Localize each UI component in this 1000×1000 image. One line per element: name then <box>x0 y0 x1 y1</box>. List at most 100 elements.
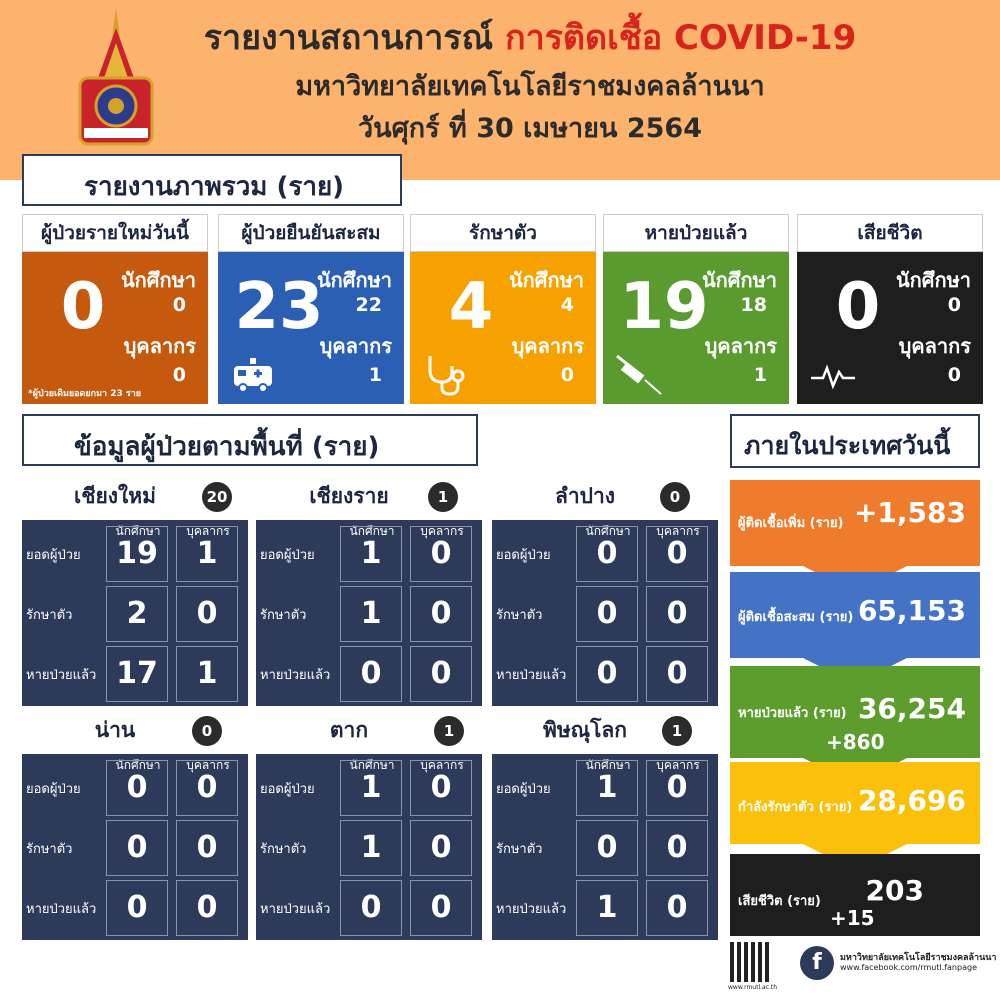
recovered-card: หายป่วยแล้ว 19 นักศึกษา 18 บุคลากร 1 <box>603 214 789 404</box>
region-total-badge: 0 <box>192 716 222 746</box>
region-card: ตาก 1 นักศึกษา บุคลากร ยอดผู้ป่วย 1 0 รักษาตัว 1… <box>256 714 482 940</box>
row-label: หายป่วยแล้ว <box>260 668 331 683</box>
row-label: หายป่วยแล้ว <box>26 668 97 683</box>
cumulative-card: ผู้ป่วยยืนยันสะสม 23 นักศึกษา 22 บุคลากร… <box>218 214 404 404</box>
staff-count: 0 <box>947 364 961 386</box>
student-label: นักศึกษา <box>896 268 971 292</box>
student-cell: 0 <box>576 646 638 702</box>
student-cell: 1 <box>340 526 402 582</box>
staff-cell: 0 <box>646 760 708 816</box>
student-count: 0 <box>947 294 961 316</box>
row-label: รักษาตัว <box>260 842 307 857</box>
student-cell: 1 <box>576 880 638 936</box>
qr-code[interactable] <box>730 942 770 982</box>
staff-label: บุคลากร <box>511 334 584 358</box>
cumulative-value: 65,153 <box>857 594 966 627</box>
region-total-badge: 1 <box>434 716 464 746</box>
footer-university: มหาวิทยาลัยเทคโนโลยีราชมงคลล้านนา <box>840 953 997 963</box>
national-cumulative: ผู้ติดเชื้อสะสม (ราย) 65,153 <box>730 572 980 658</box>
heartbeat-icon <box>811 364 855 390</box>
staff-label: บุคลากร <box>319 334 392 358</box>
staff-cell: 0 <box>646 880 708 936</box>
student-cell: 17 <box>106 646 168 702</box>
row-label: ยอดผู้ป่วย <box>496 548 551 563</box>
treating-card: รักษาตัว 4 นักศึกษา 4 บุคลากร 0 <box>410 214 596 404</box>
student-cell: 0 <box>576 526 638 582</box>
university-name: มหาวิทยาลัยเทคโนโลยีราชมงคลล้านนา <box>295 71 765 102</box>
student-label: นักศึกษา <box>702 268 777 292</box>
website-caption: www.rmutl.ac.th <box>728 984 778 991</box>
row-label: รักษาตัว <box>496 608 543 623</box>
student-count: 0 <box>172 294 186 316</box>
student-label: นักศึกษา <box>509 268 584 292</box>
staff-cell: 0 <box>410 820 472 876</box>
treating-value: 28,696 <box>857 784 966 817</box>
student-count: 4 <box>560 294 574 316</box>
student-cell: 1 <box>340 820 402 876</box>
staff-cell: 0 <box>646 586 708 642</box>
region-table: นักศึกษา บุคลากร ยอดผู้ป่วย 1 0 รักษาตัว 1 0 หาย… <box>256 754 482 940</box>
card-label: ผู้ป่วยรายใหม่วันนี้ <box>22 214 208 252</box>
region-total-badge: 0 <box>660 482 690 512</box>
recovered-value: 36,254 <box>857 692 966 725</box>
university-logo <box>78 8 154 146</box>
facebook-link[interactable]: www.facebook.com/rmutl.fanpage <box>840 963 977 972</box>
facebook-icon[interactable]: f <box>800 946 834 980</box>
deaths-card: เสียชีวิต 0 นักศึกษา 0 บุคลากร 0 <box>797 214 983 404</box>
staff-count: 1 <box>753 364 767 386</box>
row-label: หายป่วยแล้ว <box>260 902 331 917</box>
row-label: หายป่วยแล้ว <box>26 902 97 917</box>
row-label: รักษาตัว <box>26 842 73 857</box>
staff-cell: 0 <box>176 760 238 816</box>
staff-count: 0 <box>560 364 574 386</box>
staff-cell: 0 <box>410 760 472 816</box>
covid-title: การติดเชื้อ COVID-19 <box>504 18 857 58</box>
recovered-increase: +860 <box>826 730 885 754</box>
staff-cell: 0 <box>176 820 238 876</box>
deaths-value: 203 <box>865 874 924 907</box>
student-count: 22 <box>355 294 382 316</box>
region-table: นักศึกษา บุคลากร ยอดผู้ป่วย 19 1 รักษาตัว 2 0 หา… <box>22 520 248 706</box>
syringe-icon <box>616 354 662 395</box>
region-table: นักศึกษา บุคลากร ยอดผู้ป่วย 0 0 รักษาตัว 0 0 หาย… <box>492 520 718 706</box>
staff-cell: 0 <box>176 586 238 642</box>
national-recovered: หายป่วยแล้ว (ราย) 36,254 +860 <box>730 666 980 758</box>
region-table: นักศึกษา บุคลากร ยอดผู้ป่วย 0 0 รักษาตัว 0 0 หาย… <box>22 754 248 940</box>
staff-count: 0 <box>172 364 186 386</box>
report-title: รายงานสถานการณ์ การติดเชื้อ COVID-19 <box>203 18 857 58</box>
student-cell: 1 <box>340 760 402 816</box>
staff-count: 1 <box>368 364 382 386</box>
staff-label: บุคลากร <box>123 334 196 358</box>
new-cases-card: ผู้ป่วยรายใหม่วันนี้ 0 นักศึกษา 0 บุคลาก… <box>22 214 208 404</box>
new-cases-value: +1,583 <box>853 496 966 529</box>
row-label: หายป่วยแล้ว <box>496 668 567 683</box>
staff-cell: 0 <box>410 526 472 582</box>
treating-label: กำลังรักษาตัว (ราย) <box>738 800 853 815</box>
student-cell: 0 <box>106 760 168 816</box>
national-title: ภายในประเทศวันนี้ <box>730 414 980 468</box>
national-new-cases: ผู้ติดเชื้อเพิ่ม (ราย) +1,583 <box>730 480 980 566</box>
region-card: ลำปาง 0 นักศึกษา บุคลากร ยอดผู้ป่วย 0 0 รักษาตั… <box>492 480 718 706</box>
card-label: เสียชีวิต <box>797 214 983 252</box>
region-total-badge: 20 <box>202 482 232 512</box>
overview-title: รายงานภาพรวม (ราย) <box>22 154 402 206</box>
student-count: 18 <box>740 294 767 316</box>
region-card: เชียงราย 1 นักศึกษา บุคลากร ยอดผู้ป่วย 1 0 รักษ… <box>256 480 482 706</box>
student-cell: 0 <box>340 880 402 936</box>
student-label: นักศึกษา <box>121 268 196 292</box>
staff-label: บุคลากร <box>704 334 777 358</box>
region-table: นักศึกษา บุคลากร ยอดผู้ป่วย 1 0 รักษาตัว 1 0 หาย… <box>256 520 482 706</box>
staff-cell: 0 <box>410 880 472 936</box>
carry-over-note: *ผู้ป่วยเดิมยอดยกมา 23 ราย <box>28 389 142 399</box>
row-label: ยอดผู้ป่วย <box>496 782 551 797</box>
card-label: ผู้ป่วยยืนยันสะสม <box>218 214 404 252</box>
region-card: พิษณุโลก 1 นักศึกษา บุคลากร ยอดผู้ป่วย 1 0 รักษ… <box>492 714 718 940</box>
staff-label: บุคลากร <box>898 334 971 358</box>
region-total-badge: 1 <box>428 482 458 512</box>
report-date: วันศุกร์ ที่ 30 เมษายน 2564 <box>358 113 702 144</box>
stethoscope-icon <box>428 356 465 396</box>
card-label: หายป่วยแล้ว <box>603 214 789 252</box>
student-cell: 0 <box>106 820 168 876</box>
staff-cell: 0 <box>646 526 708 582</box>
row-label: รักษาตัว <box>260 608 307 623</box>
